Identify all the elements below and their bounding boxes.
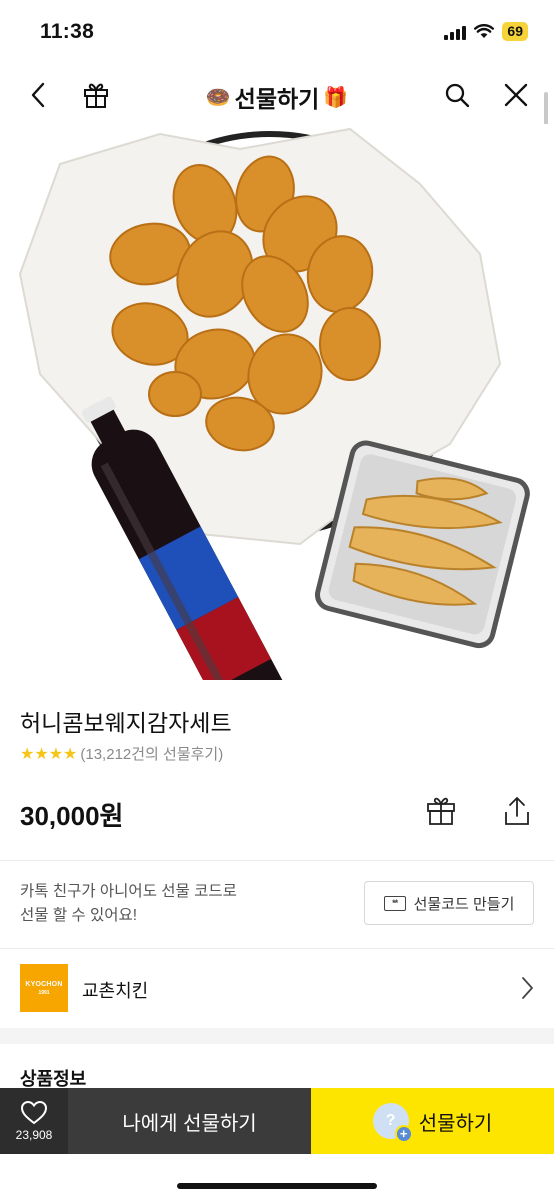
review-count: (13,212건의 선물후기) <box>80 746 224 763</box>
create-gift-code-label: 선물코드 만들기 <box>413 895 515 913</box>
page-title-text: 선물하기 <box>234 86 320 112</box>
close-icon <box>504 83 528 107</box>
like-button[interactable]: 23,908 <box>0 1088 68 1154</box>
send-gift-label: 선물하기 <box>418 1112 493 1135</box>
product-price: 30,000원 <box>20 801 124 831</box>
add-friend-icon: ? + <box>372 1103 413 1143</box>
like-count: 23,908 <box>15 1128 53 1142</box>
share-button[interactable] <box>500 794 534 828</box>
status-icons: 69 <box>444 22 528 41</box>
nav-bar: 🍩 선물하기 🎁 <box>0 66 554 124</box>
divider <box>0 860 554 861</box>
cellular-signal-icon <box>444 24 467 40</box>
price-actions <box>424 794 534 828</box>
product-image <box>0 124 554 680</box>
present-icon: 🎁 <box>323 86 349 109</box>
search-button[interactable] <box>437 75 477 115</box>
add-friend-glyph: ? <box>385 1112 396 1129</box>
gift-to-self-button[interactable]: 나에게 선물하기 <box>68 1088 311 1154</box>
gift-code-description: 카톡 친구가 아니어도 선물 코드로 선물 할 수 있어요! <box>20 880 320 928</box>
send-gift-button[interactable]: ? + 선물하기 <box>311 1088 554 1154</box>
brand-logo-text: KYOCHON <box>25 980 63 988</box>
battery-indicator: 69 <box>502 22 528 41</box>
potato-wedges-graphic <box>315 440 530 649</box>
star-rating-icon: ★★★★ <box>20 745 78 763</box>
brand-logo: KYOCHON 1991 <box>20 964 68 1012</box>
status-bar: 11:38 69 <box>0 0 554 66</box>
wreath-icon: 🍩 <box>205 86 231 109</box>
brand-logo-year: 1991 <box>38 989 50 996</box>
section-separator <box>0 1028 554 1044</box>
gift-code-line1: 카톡 친구가 아니어도 선물 코드로 <box>20 883 237 900</box>
heart-icon <box>20 1100 48 1125</box>
brand-row[interactable]: KYOCHON 1991 교촌치킨 <box>0 950 554 1026</box>
gift-code-line2: 선물 할 수 있어요! <box>20 907 138 924</box>
brand-name: 교촌치킨 <box>82 981 149 1001</box>
home-indicator[interactable] <box>177 1183 377 1189</box>
product-name: 허니콤보웨지감자세트 <box>20 710 232 736</box>
gift-box-icon <box>427 797 455 825</box>
create-gift-code-button[interactable]: ** 선물코드 만들기 <box>364 881 534 925</box>
bottom-action-bar: 23,908 나에게 선물하기 ? + 선물하기 <box>0 1088 554 1200</box>
plus-icon: + <box>394 1125 413 1143</box>
status-time: 11:38 <box>40 20 95 43</box>
wishlist-gift-button[interactable] <box>424 794 458 828</box>
search-icon <box>445 83 470 108</box>
wifi-icon <box>474 24 495 38</box>
divider <box>0 948 554 949</box>
rating-row[interactable]: ★★★★ (13,212건의 선물후기) <box>20 743 223 764</box>
gift-to-self-label: 나에게 선물하기 <box>122 1112 257 1135</box>
chevron-right-icon <box>522 977 533 999</box>
share-icon <box>505 797 529 825</box>
ticket-icon: ** <box>383 895 406 911</box>
home-indicator-area <box>0 1154 554 1200</box>
chicken-set-illustration <box>18 127 530 680</box>
close-button[interactable] <box>496 75 536 115</box>
